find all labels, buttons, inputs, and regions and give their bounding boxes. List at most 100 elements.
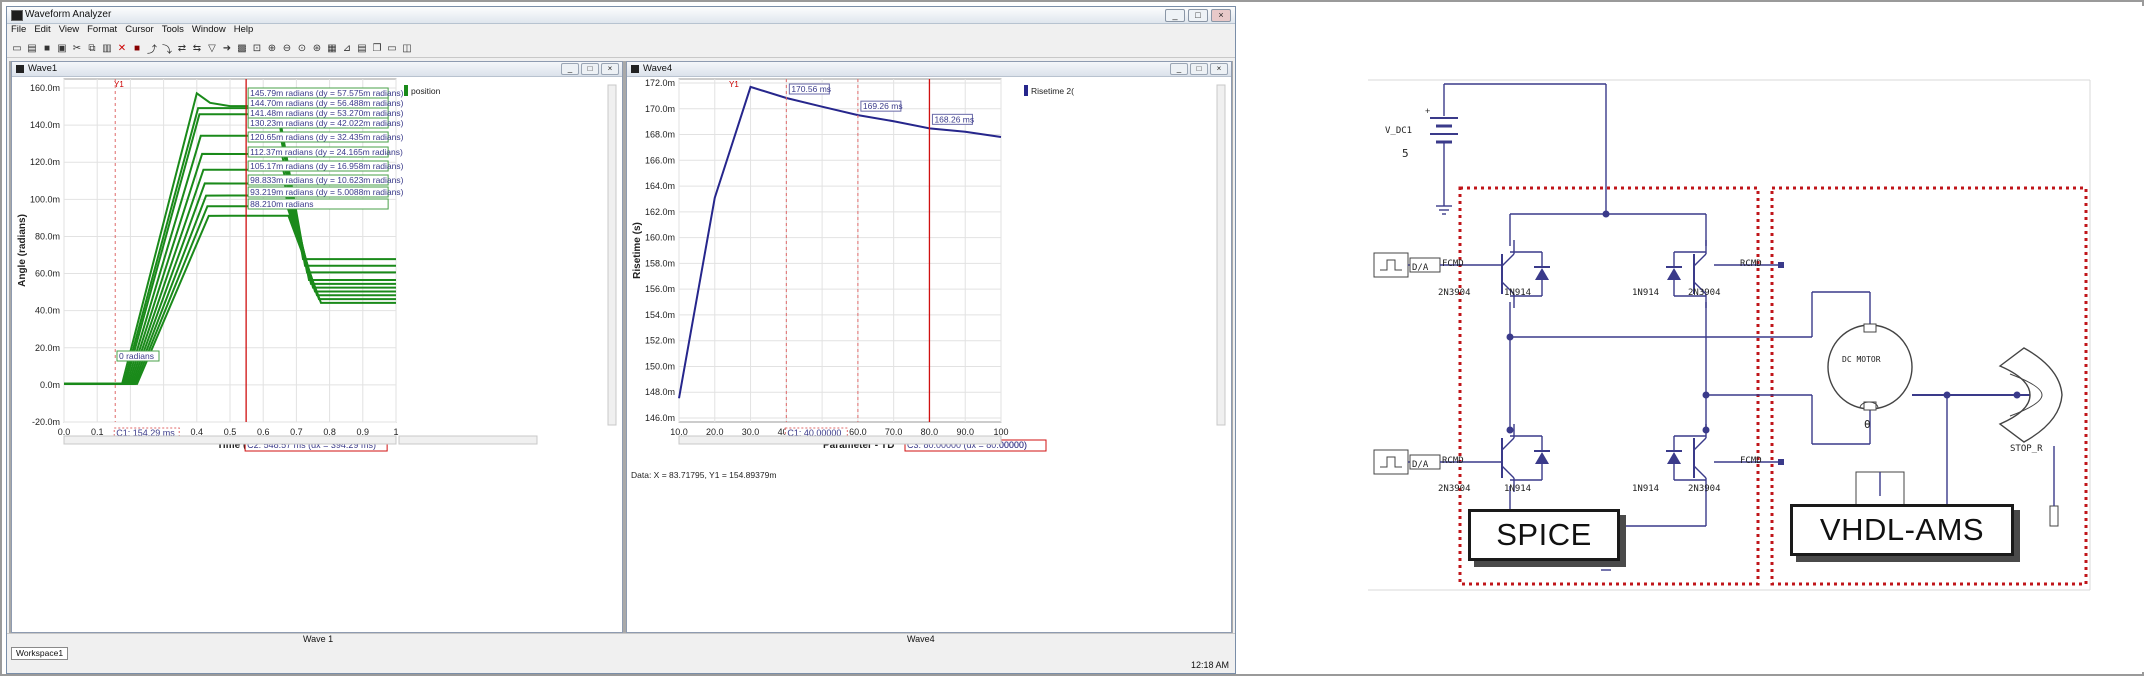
menu-tools[interactable]: Tools [162,24,184,37]
dc-motor [1827,324,1913,410]
wave4-close-button[interactable]: × [1210,63,1228,75]
wave1-close-button[interactable]: × [601,63,619,75]
horizontal-scrollbar [678,435,1002,445]
table-icon[interactable]: ▤ [356,42,368,54]
tile-horizontal-icon[interactable]: ▭ [386,42,398,54]
waveform-analyzer-window: Waveform Analyzer _ □ × File Edit View F… [6,6,1236,674]
menu-bar: File Edit View Format Cursor Tools Windo… [7,24,1235,37]
menu-file[interactable]: File [11,24,26,37]
legend-swatch [1024,85,1028,96]
delete-icon[interactable]: ✕ [116,42,128,54]
print-icon[interactable]: ▣ [56,42,68,54]
marker-value: 144.70m radians (dy = 56.488m radians) [250,98,403,108]
junction-dot [1602,210,1610,218]
cascade-icon[interactable]: ❐ [371,42,383,54]
menu-help[interactable]: Help [234,24,254,37]
zoom-fit-icon[interactable]: ⊛ [311,42,323,54]
vhdl-ams-label-box: VHDL-AMS [1790,504,2014,556]
filter-icon[interactable]: ▽ [206,42,218,54]
d4-diode-body [1667,452,1681,464]
cut-icon[interactable]: ✂ [71,42,83,54]
q4-transistor-emitter [1693,465,1707,479]
trace-link-icon[interactable]: ⇆ [191,42,203,54]
voltage-source-label: V_DC1 [1385,126,1413,136]
y-tick-label: 60.0m [35,269,60,279]
y-tick-label: 160.0m [30,83,60,93]
status-clock: 12:18 AM [1190,660,1229,670]
trace-copy-icon[interactable]: ⇄ [176,42,188,54]
new-icon[interactable]: ▭ [11,42,23,54]
y-tick-label: 100.0m [30,194,60,204]
workspace-tab[interactable]: Workspace1 [11,647,69,660]
wave1-window-controls: _ □ × [561,63,619,75]
wave1-plot[interactable]: 0.00.10.20.30.40.50.60.70.80.91160.0m140… [12,77,622,632]
marker-value: 88.210m radians [250,199,313,209]
toolbar: ▭ ▤ ■ ▣ ✂ ⧉ ▥ ✕ ■ ⤴ ⤵ ⇄ ⇆ ▽ ➜ ▩ ⊡ ⊕ ⊖ ⊙ … [7,39,1235,58]
reverse-pulse-source [1373,449,1409,475]
legend-scrollbar [398,435,538,445]
d2-label: 1N914 [1632,288,1660,298]
maximize-button[interactable]: □ [1188,9,1208,22]
q3-transistor-collector [1501,437,1515,451]
d1-label: 1N914 [1504,288,1532,298]
wave4-plot[interactable]: 10.020.030.040.050.060.070.080.090.01001… [627,77,1231,632]
q2-transistor-collector [1693,253,1707,267]
menu-window[interactable]: Window [192,24,226,37]
menu-view[interactable]: View [59,24,79,37]
menu-format[interactable]: Format [87,24,117,37]
d1-diode-body [1535,268,1549,280]
measure-icon[interactable]: ⊿ [341,42,353,54]
marker-value: 169.26 ms [863,101,903,111]
arrow-icon[interactable]: ➜ [221,42,233,54]
stop-label: STOP_R [2010,444,2043,454]
y-tick-label: 154.0m [645,310,675,320]
close-button[interactable]: × [1211,9,1231,22]
tile-vertical-icon[interactable]: ◫ [401,42,413,54]
y-tick-label: 0.0m [40,380,60,390]
trace-add-icon[interactable]: ⤴ [146,42,158,56]
d3-diode-body [1535,452,1549,464]
d4-label: 1N914 [1632,484,1660,494]
battery-plus-sign: + [1425,106,1430,116]
stop-terminal [2049,505,2059,527]
voltage-source-value: 5 [1402,147,1409,160]
wave4-footer-label[interactable]: Wave4 [907,634,935,644]
y-tick-label: 152.0m [645,336,675,346]
mdi-workspace: Wave1 _ □ × 0.00.10.20.30.40.50.60.70.80… [9,61,1233,633]
q2-label: 2N3904 [1688,288,1721,298]
vertical-scrollbar [1216,84,1226,426]
zoom-in-icon[interactable]: ⊕ [266,42,278,54]
y-tick-label: 146.0m [645,413,675,423]
fit-icon[interactable]: ⊡ [251,42,263,54]
y-tick-label: 150.0m [645,361,675,371]
q1-transistor-collector [1501,253,1515,267]
y-tick-label: 40.0m [35,306,60,316]
wave4-maximize-button[interactable]: □ [1190,63,1208,75]
trace-move-icon[interactable]: ⤵ [161,42,173,56]
junction-dot [1506,426,1514,434]
open-icon[interactable]: ▤ [26,42,38,54]
copy-icon[interactable]: ⧉ [86,42,98,54]
save-icon[interactable]: ■ [41,42,53,54]
paste-icon[interactable]: ▥ [101,42,113,54]
wave1-maximize-button[interactable]: □ [581,63,599,75]
app-icon [11,10,23,21]
wave4-minimize-button[interactable]: _ [1170,63,1188,75]
zoom-area-icon[interactable]: ⊙ [296,42,308,54]
chart-icon[interactable]: ▦ [326,42,338,54]
wave4-title: Wave4 [643,63,673,74]
menu-cursor[interactable]: Cursor [125,24,154,37]
wave1-title: Wave1 [28,63,58,74]
stop-icon[interactable]: ■ [131,42,143,54]
menu-edit[interactable]: Edit [34,24,50,37]
spice-label-box: SPICE [1468,509,1620,561]
y-tick-label: 120.0m [30,157,60,167]
window-footer-bar [7,633,1235,646]
zoom-out-icon[interactable]: ⊖ [281,42,293,54]
reverse-da-label: D/A [1412,460,1429,470]
wave1-minimize-button[interactable]: _ [561,63,579,75]
wave-icon [16,65,24,73]
select-icon[interactable]: ▩ [236,42,248,54]
minimize-button[interactable]: _ [1165,9,1185,22]
wave1-footer-label[interactable]: Wave 1 [303,634,333,644]
